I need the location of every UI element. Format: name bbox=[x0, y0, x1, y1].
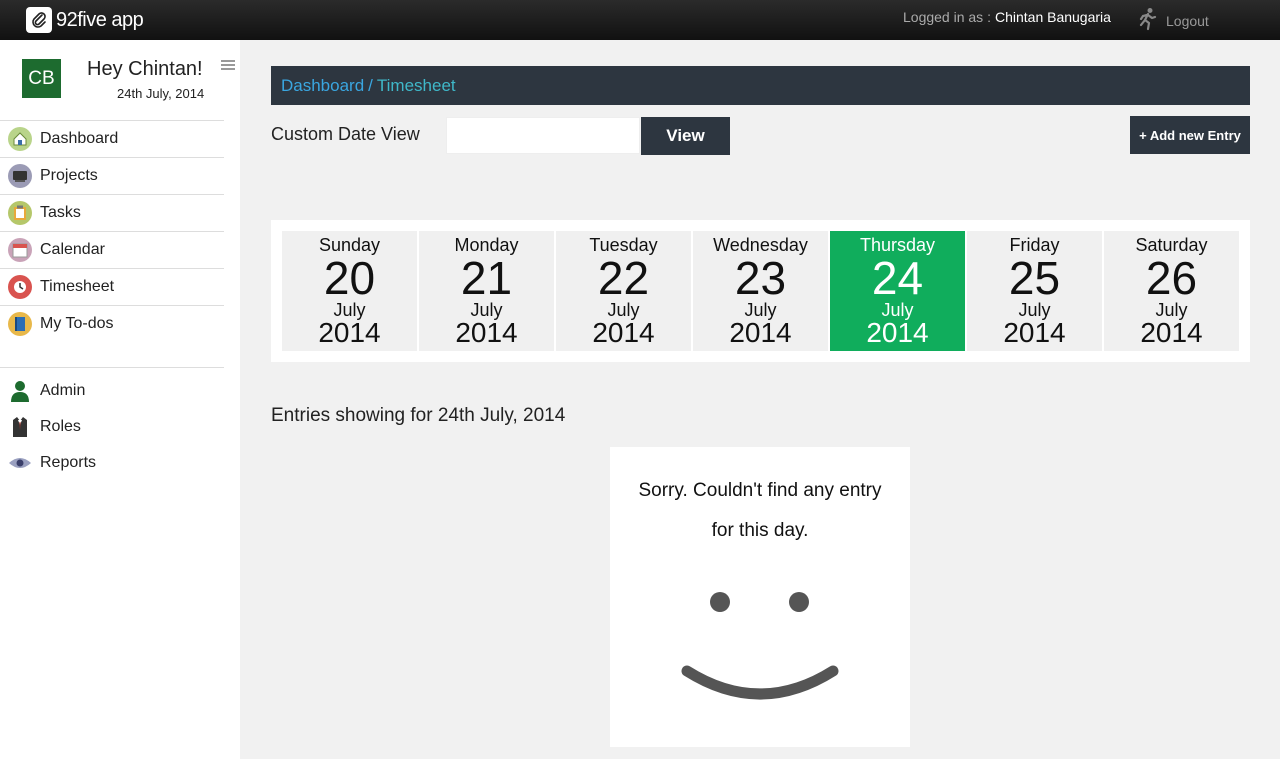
day-year: 2014 bbox=[1140, 317, 1203, 348]
day-year: 2014 bbox=[866, 317, 929, 348]
sidebar-item-timesheet[interactable]: Timesheet bbox=[0, 268, 224, 305]
collapse-sidebar-icon[interactable] bbox=[221, 60, 235, 70]
suit-icon bbox=[8, 415, 32, 439]
sidebar-item-admin[interactable]: Admin bbox=[0, 373, 224, 409]
empty-state-card: Sorry. Couldn't find any entry for this … bbox=[610, 447, 910, 747]
breadcrumb-dashboard-link[interactable]: Dashboard bbox=[281, 76, 364, 96]
week-strip: Sunday 20 July 2014 Monday 21 July 2014 … bbox=[271, 220, 1250, 362]
paperclip-icon bbox=[26, 7, 52, 33]
avatar[interactable]: CB bbox=[22, 59, 61, 98]
day-number: 24 bbox=[871, 252, 924, 304]
view-button[interactable]: View bbox=[641, 117, 730, 155]
day-year: 2014 bbox=[1003, 317, 1066, 348]
sidebar: CB Hey Chintan! 24th July, 2014 Dashboar… bbox=[0, 40, 240, 759]
sidebar-item-label: Roles bbox=[40, 418, 81, 435]
breadcrumb-separator: / bbox=[368, 75, 373, 95]
day-number: 21 bbox=[460, 252, 513, 304]
day-number: 20 bbox=[323, 252, 376, 304]
sidebar-item-label: Admin bbox=[40, 382, 86, 399]
day-number: 25 bbox=[1008, 252, 1061, 304]
day-friday[interactable]: Friday 25 July 2014 bbox=[967, 231, 1102, 351]
smiley-face-icon bbox=[681, 592, 839, 700]
sidebar-item-label: Calendar bbox=[40, 241, 105, 258]
day-year: 2014 bbox=[592, 317, 655, 348]
user-icon bbox=[8, 379, 32, 403]
logout-label: Logout bbox=[1166, 12, 1209, 29]
sidebar-item-tasks[interactable]: Tasks bbox=[0, 194, 224, 231]
logout-button[interactable]: Logout bbox=[1136, 7, 1209, 34]
day-thursday-selected[interactable]: Thursday 24 July 2014 bbox=[830, 231, 965, 351]
day-year: 2014 bbox=[729, 317, 792, 348]
day-saturday[interactable]: Saturday 26 July 2014 bbox=[1104, 231, 1239, 351]
add-new-entry-button[interactable]: + Add new Entry bbox=[1130, 116, 1250, 154]
sidebar-item-label: Tasks bbox=[40, 204, 81, 221]
sidebar-item-label: Projects bbox=[40, 167, 98, 184]
day-sunday[interactable]: Sunday 20 July 2014 bbox=[282, 231, 417, 351]
sidebar-item-reports[interactable]: Reports bbox=[0, 445, 224, 481]
running-man-icon bbox=[1136, 7, 1158, 34]
top-bar: 92five app Logged in as : Chintan Banugar… bbox=[0, 0, 1280, 40]
day-monday[interactable]: Monday 21 July 2014 bbox=[419, 231, 554, 351]
app-name: 92five app bbox=[56, 8, 144, 31]
calendar-icon bbox=[8, 238, 32, 262]
app-logo[interactable]: 92five app bbox=[26, 6, 144, 34]
day-wednesday[interactable]: Wednesday 23 July 2014 bbox=[693, 231, 828, 351]
day-number: 22 bbox=[597, 252, 650, 304]
sidebar-date: 24th July, 2014 bbox=[117, 86, 205, 101]
sidebar-item-projects[interactable]: Projects bbox=[0, 157, 224, 194]
greeting: Hey Chintan! bbox=[87, 58, 203, 80]
sidebar-item-label: My To-dos bbox=[40, 315, 114, 332]
sidebar-item-my-todos[interactable]: My To-dos bbox=[0, 305, 224, 342]
admin-nav: Admin Roles Reports bbox=[0, 367, 224, 481]
logged-in-info: Logged in as : Chintan Banugaria bbox=[903, 9, 1111, 25]
notebook-icon bbox=[8, 312, 32, 336]
day-year: 2014 bbox=[455, 317, 518, 348]
sidebar-item-roles[interactable]: Roles bbox=[0, 409, 224, 445]
entries-heading: Entries showing for 24th July, 2014 bbox=[271, 405, 566, 426]
sidebar-item-dashboard[interactable]: Dashboard bbox=[0, 120, 224, 157]
main-nav: Dashboard Projects Tasks Calendar Timesh… bbox=[0, 120, 224, 342]
user-name: Chintan Banugaria bbox=[994, 9, 1111, 25]
day-number: 26 bbox=[1145, 252, 1198, 304]
breadcrumb-current[interactable]: Timesheet bbox=[377, 76, 456, 96]
sidebar-item-calendar[interactable]: Calendar bbox=[0, 231, 224, 268]
projects-icon bbox=[8, 164, 32, 188]
clock-icon bbox=[8, 275, 32, 299]
sidebar-item-label: Timesheet bbox=[40, 278, 115, 295]
custom-date-label: Custom Date View bbox=[271, 124, 420, 144]
eye-icon bbox=[8, 451, 32, 475]
sidebar-item-label: Dashboard bbox=[40, 130, 119, 147]
day-number: 23 bbox=[734, 252, 787, 304]
breadcrumb: Dashboard / Timesheet bbox=[271, 66, 1250, 105]
logged-in-label: Logged in as : bbox=[903, 9, 991, 25]
day-tuesday[interactable]: Tuesday 22 July 2014 bbox=[556, 231, 691, 351]
custom-date-input[interactable] bbox=[446, 117, 640, 154]
home-icon bbox=[8, 127, 32, 151]
day-year: 2014 bbox=[318, 317, 381, 348]
sidebar-item-label: Reports bbox=[40, 454, 97, 471]
clipboard-icon bbox=[8, 201, 32, 225]
